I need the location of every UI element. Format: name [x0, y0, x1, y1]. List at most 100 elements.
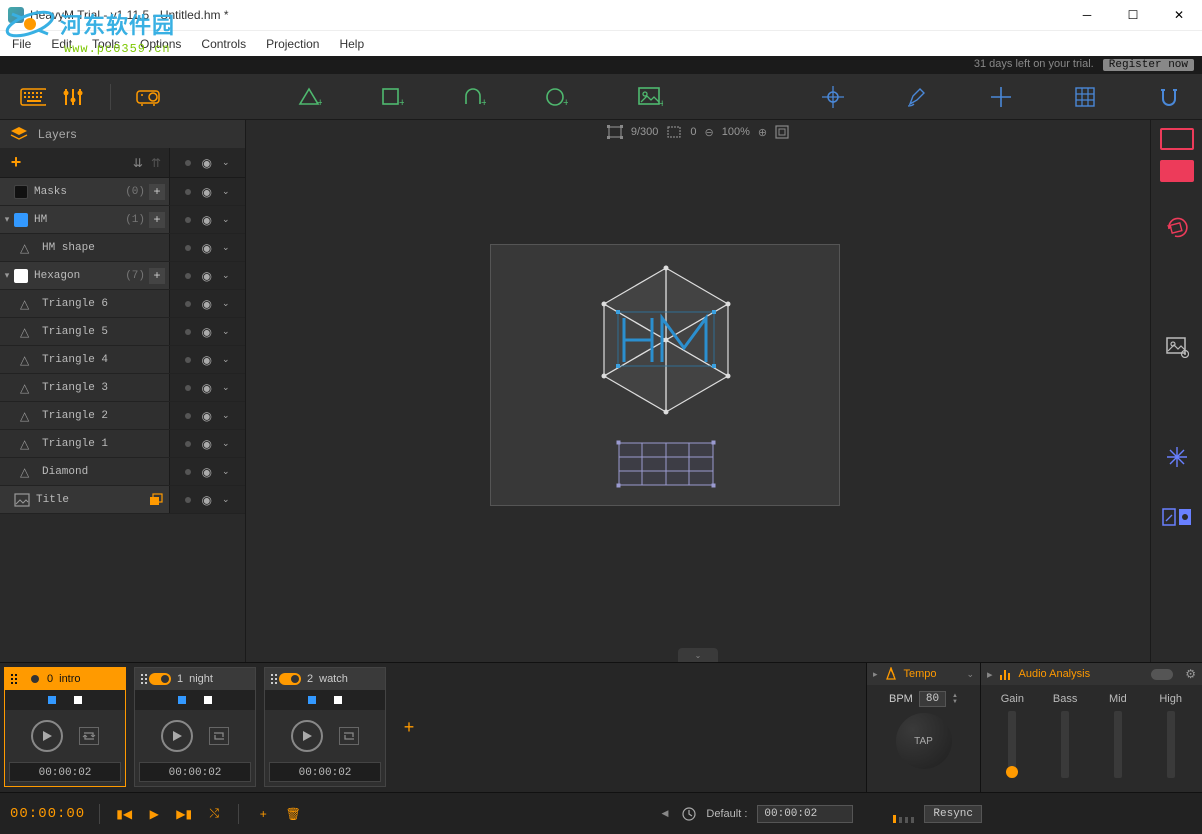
layer-sort-down-icon[interactable]: ⇊ [133, 156, 143, 170]
add-image-icon[interactable]: + [637, 85, 663, 109]
center-target-icon[interactable] [820, 85, 846, 109]
layer-triangle-6[interactable]: △Triangle 6◉⌄ [0, 290, 245, 318]
app-icon [8, 7, 24, 23]
trial-strip: 31 days left on your trial. Register now [0, 56, 1202, 74]
fit-screen-icon[interactable] [775, 125, 789, 139]
layer-triangle-4[interactable]: △Triangle 4◉⌄ [0, 346, 245, 374]
crosshair-icon[interactable] [988, 85, 1014, 109]
canvas-viewport[interactable]: ⌄ [246, 144, 1150, 662]
right-tools-panel [1150, 120, 1202, 662]
audio-toggle-icon[interactable] [1151, 669, 1173, 680]
next-button[interactable]: ▶▮ [174, 807, 194, 821]
register-button[interactable]: Register now [1103, 59, 1194, 71]
svg-text:+: + [481, 97, 486, 108]
snap-star-icon[interactable] [1161, 442, 1193, 472]
restore-icon[interactable] [147, 493, 163, 507]
bass-slider[interactable]: Bass [1040, 693, 1091, 784]
bpm-input[interactable]: 80 [919, 691, 946, 707]
shuffle-icon[interactable]: ⤭ [204, 806, 224, 821]
prev-button[interactable]: ▮◀ [114, 807, 134, 821]
canvas-content[interactable] [491, 245, 841, 507]
menu-options[interactable]: Options [130, 33, 191, 55]
grid-icon[interactable] [1072, 85, 1098, 109]
window-close-button[interactable]: ✕ [1156, 0, 1202, 30]
window-maximize-button[interactable]: ☐ [1110, 0, 1156, 30]
delete-icon[interactable]: 🗑 [283, 807, 303, 821]
layer-group-hexagon[interactable]: ▾ Hexagon (7) + ◉⌄ [0, 262, 245, 290]
layer-triangle-2[interactable]: △Triangle 2◉⌄ [0, 402, 245, 430]
layer-triangle-1[interactable]: △Triangle 1◉⌄ [0, 430, 245, 458]
add-square-icon[interactable]: + [379, 85, 405, 109]
clip-2[interactable]: 2watch 00:00:02 [264, 667, 386, 787]
hexagon-add-button[interactable]: + [149, 268, 165, 284]
clip-toggle-icon[interactable] [19, 673, 41, 685]
masks-add-button[interactable]: + [149, 184, 165, 200]
menu-edit[interactable]: Edit [41, 33, 82, 55]
split-screen-icon[interactable] [1161, 502, 1193, 532]
bpm-down-icon[interactable]: ▼ [952, 699, 958, 705]
layer-title[interactable]: Title ◉⌄ [0, 486, 245, 514]
bounds-icon[interactable] [607, 125, 623, 139]
zoom-out-icon[interactable]: ⊖ [705, 126, 714, 139]
hm-add-button[interactable]: + [149, 212, 165, 228]
canvas-frame[interactable] [490, 244, 840, 506]
clip-0[interactable]: 0intro 00:00:02 [4, 667, 126, 787]
layer-sort-up-icon[interactable]: ⇈ [151, 156, 161, 170]
selection-icon[interactable] [666, 125, 682, 139]
play-button[interactable]: ▶ [144, 807, 164, 821]
magnet-icon[interactable] [1156, 85, 1182, 109]
sliders-icon[interactable] [60, 85, 86, 109]
add-arch-icon[interactable]: + [461, 85, 487, 109]
image-icon [14, 493, 30, 507]
default-time-input[interactable] [757, 805, 853, 823]
layer-hm-shape[interactable]: △ HM shape ◉⌄ [0, 234, 245, 262]
menu-file[interactable]: File [2, 33, 41, 55]
vis-dot-icon[interactable] [185, 160, 191, 166]
trial-text: 31 days left on your trial. [974, 58, 1094, 70]
media-settings-icon[interactable] [1161, 332, 1193, 362]
rotate-tool-icon[interactable] [1161, 212, 1193, 242]
transport-bar: 00:00:00 ▮◀ ▶ ▶▮ ⤭ + 🗑 ◀ Default : Resyn… [0, 792, 1202, 834]
layer-triangle-3[interactable]: △Triangle 3◉⌄ [0, 374, 245, 402]
pen-icon[interactable] [904, 85, 930, 109]
chevron-icon[interactable]: ⌄ [222, 157, 230, 168]
add-button[interactable]: + [253, 807, 273, 821]
add-clip-button[interactable]: + [394, 717, 424, 738]
mid-slider[interactable]: Mid [1093, 693, 1144, 784]
chevron-left-icon[interactable]: ◀ [662, 808, 669, 819]
fill-tool-button[interactable] [1160, 160, 1194, 182]
layer-add-button[interactable]: + [0, 152, 32, 173]
zoom-in-icon[interactable]: ⊕ [758, 126, 767, 139]
window-titlebar: HeavyM Trial - v1.11.5 - Untitled.hm * ─… [0, 0, 1202, 30]
clip-1[interactable]: 1night 00:00:02 [134, 667, 256, 787]
tap-button[interactable]: TAP [896, 713, 952, 769]
bpm-label: BPM [889, 693, 913, 705]
play-icon[interactable] [31, 720, 63, 752]
loop-icon[interactable] [79, 727, 99, 745]
keyboard-icon[interactable] [20, 85, 46, 109]
triangle-icon: △ [20, 241, 36, 255]
add-triangle-icon[interactable]: + [297, 85, 323, 109]
layer-triangle-5[interactable]: △Triangle 5◉⌄ [0, 318, 245, 346]
canvas-area: 9/300 0 ⊖ 100% ⊕ [246, 120, 1150, 662]
gear-icon[interactable]: ⚙ [1185, 667, 1196, 681]
layer-masks[interactable]: Masks (0) + ◉⌄ [0, 178, 245, 206]
menu-projection[interactable]: Projection [256, 33, 329, 55]
menu-tools[interactable]: Tools [82, 33, 130, 55]
outline-tool-button[interactable] [1160, 128, 1194, 150]
projector-icon[interactable] [135, 85, 161, 109]
canvas-expand-button[interactable]: ⌄ [678, 648, 718, 662]
main-toolbar: + + + + + [0, 74, 1202, 120]
layer-diamond[interactable]: △Diamond◉⌄ [0, 458, 245, 486]
add-circle-icon[interactable]: + [543, 85, 569, 109]
resync-button[interactable]: Resync [924, 805, 982, 823]
layers-title: Layers [38, 127, 77, 141]
window-minimize-button[interactable]: ─ [1064, 0, 1110, 30]
eye-icon[interactable]: ◉ [201, 156, 211, 170]
gain-slider[interactable]: Gain [987, 693, 1038, 784]
menu-controls[interactable]: Controls [191, 33, 256, 55]
high-slider[interactable]: High [1145, 693, 1196, 784]
beat-indicator-icon [893, 805, 914, 823]
layer-group-hm[interactable]: ▾ HM (1) + ◉⌄ [0, 206, 245, 234]
menu-help[interactable]: Help [329, 33, 374, 55]
